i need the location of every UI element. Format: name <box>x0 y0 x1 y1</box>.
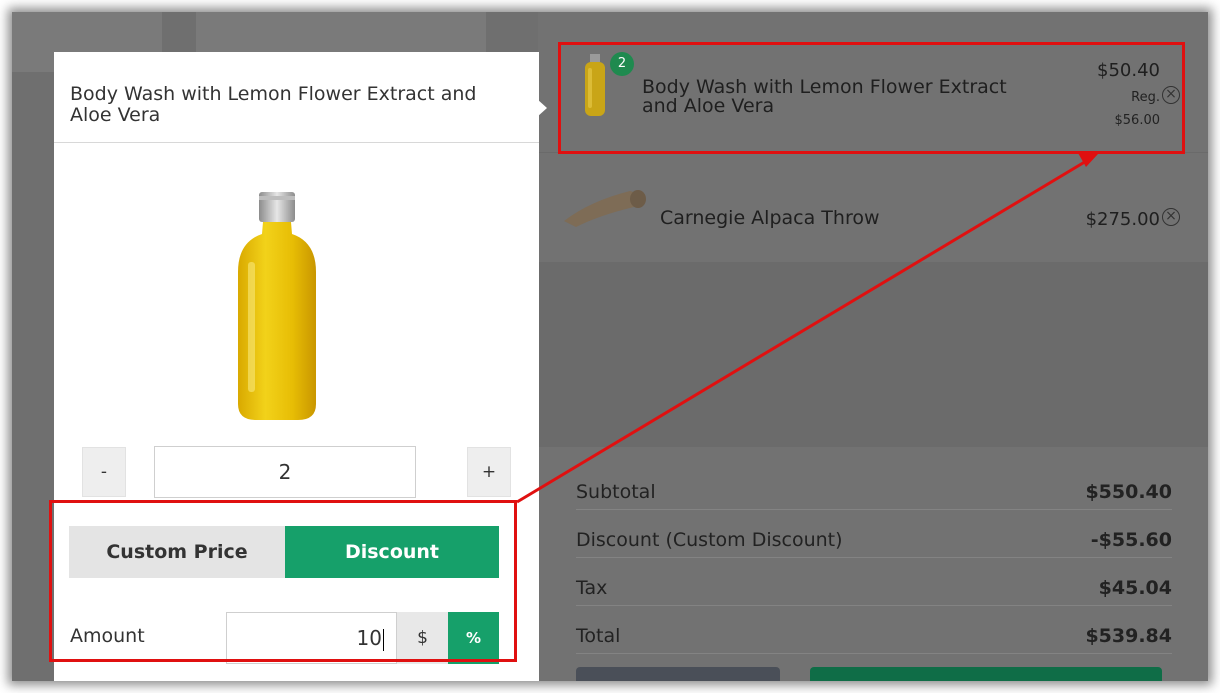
subtotal-value: $550.40 <box>1085 481 1172 503</box>
screenshot-frame: 2 Body Wash with Lemon Flower Extract an… <box>12 12 1208 681</box>
tax-row: Tax $45.04 <box>576 558 1172 606</box>
text-caret <box>383 628 384 651</box>
popover-divider <box>54 142 539 143</box>
amount-value: 10 <box>356 626 382 650</box>
cart-totals: Subtotal $550.40 Discount (Custom Discou… <box>538 447 1208 681</box>
cart-empty-area <box>538 262 1208 447</box>
total-value: $539.84 <box>1085 625 1172 647</box>
discount-row: Discount (Custom Discount) -$55.60 <box>576 510 1172 558</box>
tab-discount[interactable]: Discount <box>285 526 499 578</box>
quantity-decrement-button[interactable]: - <box>82 447 126 497</box>
popover-arrow <box>537 99 547 117</box>
cart-panel: 2 Body Wash with Lemon Flower Extract an… <box>538 12 1208 681</box>
product-edit-popover: Body Wash with Lemon Flower Extract and … <box>54 52 539 681</box>
amount-label: Amount <box>70 625 145 647</box>
tax-value: $45.04 <box>1098 577 1172 599</box>
quantity-badge: 2 <box>610 52 634 76</box>
quantity-increment-button[interactable]: + <box>467 447 511 497</box>
amount-input[interactable]: 10 <box>226 612 397 664</box>
quantity-input[interactable]: 2 <box>154 446 416 498</box>
cart-item-name: Carnegie Alpaca Throw <box>660 207 880 229</box>
cart-item[interactable]: 2 Body Wash with Lemon Flower Extract an… <box>538 12 1208 152</box>
discount-value: -$55.60 <box>1090 529 1172 551</box>
discount-label: Discount (Custom Discount) <box>576 529 843 551</box>
subtotal-label: Subtotal <box>576 481 656 503</box>
product-image-bottle <box>238 192 316 420</box>
tax-label: Tax <box>576 577 608 599</box>
total-row: Total $539.84 <box>576 606 1172 654</box>
secondary-action-button[interactable] <box>576 667 780 681</box>
checkout-button[interactable] <box>810 667 1162 681</box>
unit-dollar-button[interactable]: $ <box>397 612 448 664</box>
subtotal-row: Subtotal $550.40 <box>576 462 1172 510</box>
popover-title: Body Wash with Lemon Flower Extract and … <box>70 83 477 126</box>
throw-thumbnail-icon <box>564 190 646 227</box>
cart-item-price: $275.00 <box>1085 209 1160 230</box>
cart-item[interactable]: Carnegie Alpaca Throw $275.00 × <box>538 152 1208 262</box>
unit-percent-button[interactable]: % <box>448 612 499 664</box>
remove-icon[interactable]: × <box>1162 208 1180 226</box>
cart-item-price: $50.40 <box>1097 60 1160 81</box>
regular-price: $56.00 <box>1114 113 1161 128</box>
regular-price-label: Reg. <box>1131 90 1160 105</box>
bottle-thumbnail-icon <box>585 54 605 116</box>
remove-icon[interactable]: × <box>1162 86 1180 104</box>
tab-custom-price[interactable]: Custom Price <box>69 526 285 578</box>
cart-item-name: Body Wash with Lemon Flower Extract and … <box>642 76 1007 117</box>
total-label: Total <box>576 625 621 647</box>
